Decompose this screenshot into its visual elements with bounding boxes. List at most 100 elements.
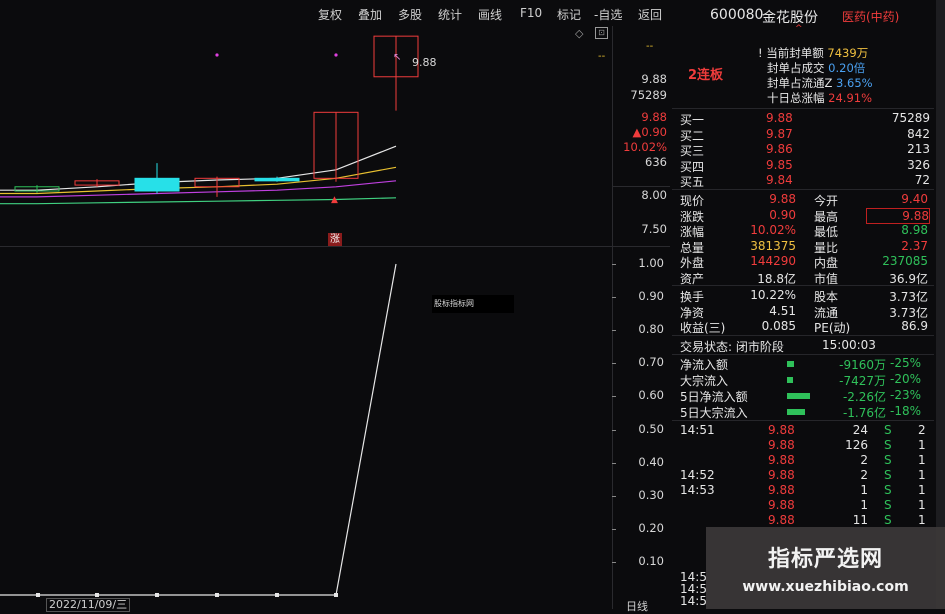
toolbar-mark-button[interactable]: 标记 (557, 6, 581, 23)
tick-side: S (884, 423, 892, 437)
bid-volume: 75289 (891, 111, 930, 125)
axis-tick (612, 264, 616, 265)
fund-row: 净资 4.51 流通 3.73亿 (672, 304, 934, 320)
tick-price: 9.88 (768, 423, 795, 437)
indicator-point (95, 593, 99, 597)
period-label[interactable]: 日线 (626, 598, 648, 614)
toolbar-multi-stock-button[interactable]: 多股 (398, 6, 422, 23)
trade-status: 交易状态: 闭市阶段 15:00:03 (672, 338, 934, 354)
axis-tick (612, 297, 616, 299)
axis-dash: -- (646, 41, 654, 52)
fund-flow-row: 大宗流入 -7427万 -20% (672, 372, 934, 388)
panel-scrollbar[interactable] (936, 0, 945, 609)
fund-flow-row: 净流入额 -9160万 -25% (672, 356, 934, 372)
limit-info-row: 十日总涨幅 24.91% (767, 91, 873, 105)
indicator-axis-label: 0.10 (638, 553, 664, 568)
toolbar-draw-button[interactable]: 画线 (478, 6, 502, 23)
quote-label: 总量 (680, 240, 705, 255)
indicator-axis-label: 1.00 (638, 256, 664, 270)
fund-label: 收益(三) (680, 321, 726, 335)
quote-value: 381375 (750, 238, 796, 253)
toolbar-back-button[interactable]: 返回 (638, 6, 662, 23)
flow-value: -2.26亿 (842, 390, 886, 404)
quote-value: 10.02% (750, 223, 796, 237)
bid-volume: 72 (914, 173, 930, 187)
caret-icon[interactable]: ^ (795, 24, 803, 34)
tick-time: 14:51 (680, 423, 715, 437)
fund-label: 净资 (680, 305, 705, 320)
watermark-url: www.xuezhibiao.com (742, 579, 909, 595)
quote-value: 9.88 (769, 192, 796, 206)
stock-code: 600080 (710, 7, 764, 23)
quote-value: 0.90 (769, 207, 796, 222)
toolbar-fuquan-button[interactable]: 复权 (318, 6, 342, 23)
axis-price-label: 9.88 (641, 72, 667, 86)
flow-pct: -18% (890, 404, 922, 418)
flow-value: -1.76亿 (842, 406, 886, 420)
flow-label: 5日净流入额 (680, 390, 748, 404)
quote-label: 最高 (814, 209, 839, 224)
bid-row: 买三 9.86 213 (672, 142, 934, 158)
divider (672, 108, 934, 109)
indicator-axis-label: 0.70 (638, 355, 664, 370)
flow-value: -7427万 (839, 374, 886, 388)
date-label: 2022/11/09/三 (46, 598, 131, 612)
toolbar-stats-button[interactable]: 统计 (438, 6, 462, 23)
axis-tick (612, 495, 616, 497)
tick-count: 1 (918, 513, 926, 527)
stock-name: 金花股份 (762, 10, 818, 26)
quote-row: 总量 381375 量比 2.37 (672, 239, 934, 255)
quote-row: 现价 9.88 今开 9.40 (672, 192, 934, 208)
indicator-line (0, 263, 397, 596)
tick-time: 14:52 (680, 468, 715, 482)
tick-side: S (884, 498, 892, 512)
toolbar-f10-button[interactable]: F10 (520, 6, 542, 20)
axis-tick (612, 363, 616, 365)
bid-row: 买一 9.88 75289 (672, 111, 934, 127)
bid-price: 9.85 (766, 157, 793, 172)
tick-count: 1 (918, 483, 926, 497)
marker-dot (334, 53, 338, 57)
bid-label: 买三 (680, 144, 705, 158)
stock-header: 600080 金花股份 医药(中药) (672, 7, 934, 26)
flow-label: 净流入额 (680, 358, 729, 372)
indicator-axis-label: 0.40 (638, 454, 664, 469)
quote-value: 18.8亿 (757, 271, 796, 286)
tick-side: S (884, 483, 892, 497)
flow-pct: -20% (890, 372, 922, 386)
indicator-point (334, 593, 338, 597)
bid-row: 买五 9.84 72 (672, 173, 934, 189)
bid-row: 买四 9.85 326 (672, 158, 934, 174)
axis-tick (612, 462, 616, 464)
bid-volume: 213 (907, 142, 930, 156)
fund-row: 收益(三) 0.085 PE(动) 86.9 (672, 319, 934, 335)
quote-label: 市值 (814, 271, 839, 286)
watermark-title: 指标严选网 (767, 547, 883, 572)
quote-label: 内盘 (814, 256, 839, 270)
limit-up-marker-icon: ▲ (331, 195, 338, 205)
tick-count: 1 (918, 453, 926, 467)
toolbar-watchlist-button[interactable]: -自选 (594, 6, 622, 23)
axis-tick (612, 396, 616, 398)
tick-row: 9.88 126 S 1 (672, 438, 934, 454)
axis-volume-small: 636 (645, 155, 667, 169)
quote-label: 今开 (814, 194, 839, 208)
trade-status-time: 15:00:03 (822, 338, 876, 352)
tick-count: 1 (918, 438, 926, 452)
quote-row: 涨跌 0.90 最高 9.88 (672, 207, 934, 224)
axis-change: ▲0.90 (632, 125, 667, 139)
quote-label: 资产 (680, 271, 705, 286)
flow-label: 5日大宗流入 (680, 406, 748, 420)
fund-label: PE(动) (814, 321, 851, 335)
bid-volume: 326 (907, 157, 930, 172)
flow-label: 大宗流入 (680, 374, 729, 388)
indicator-point (215, 593, 219, 597)
ma-line-1 (0, 145, 397, 191)
indicator-point (36, 593, 40, 597)
toolbar-overlay-button[interactable]: 叠加 (358, 6, 382, 23)
bid-price: 9.86 (766, 142, 793, 156)
fund-value: 4.51 (769, 303, 796, 318)
kline-high-label: 9.88 (412, 56, 437, 69)
tick-time: 14:53 (680, 483, 715, 497)
tick-side: S (884, 513, 892, 527)
